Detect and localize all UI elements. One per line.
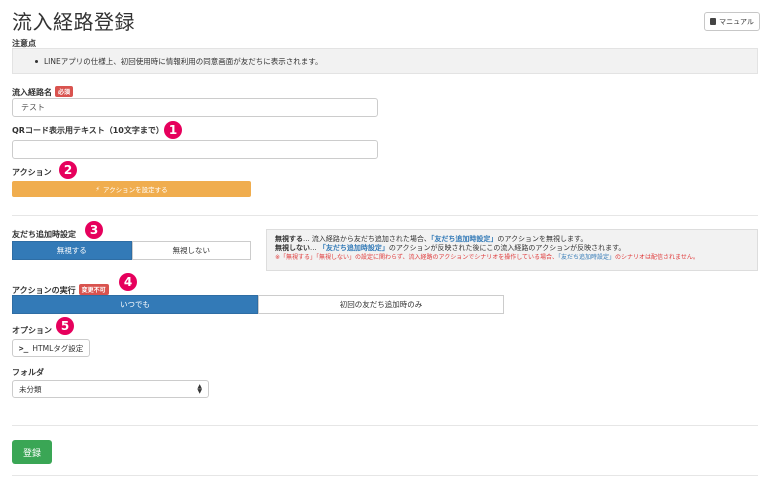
form-divider [12, 425, 758, 426]
notice-box: LINEアプリの仕様上、初回使用時に情報利用の同意画面が友だちに表示されます。 [12, 48, 758, 74]
required-badge: 必須 [55, 86, 74, 97]
folder-select[interactable]: 未分類 ▲ ▼ [12, 380, 209, 398]
info-line-2: 無視しない... 「友だち追加時設定」のアクションが反映された後にこの流入経路の… [275, 244, 749, 253]
manual-button[interactable]: マニュアル [704, 12, 760, 31]
info-line-1-text-a: ... 流入経路から友だち追加された場合、 [303, 235, 431, 243]
register-button[interactable]: 登録 [12, 440, 52, 464]
terminal-icon: >_ [18, 343, 29, 353]
option-first-time-only[interactable]: 初回の友だち追加時のみ [258, 295, 504, 314]
execution-toggle: いつでも 初回の友だち追加時のみ [12, 295, 504, 314]
info-warning-text-a: ※「無視する」「無視しない」の設定に関わらず、流入経路のアクションでシナリオを操… [275, 254, 559, 261]
info-line-2-link: 「友だち追加時設定」 [318, 244, 389, 252]
execution-label-text: アクションの実行 [12, 286, 76, 295]
info-line-1: 無視する... 流入経路から友だち追加された場合、「友だち追加時設定」のアクショ… [275, 235, 749, 244]
info-line-2-text-a: ... [310, 244, 319, 252]
friend-setting-label: 友だち追加時設定 [12, 230, 76, 239]
friend-setting-toggle: 無視する 無視しない [12, 241, 251, 260]
page-title: 流入経路登録 [12, 10, 135, 34]
folder-selected-value: 未分類 [19, 384, 42, 394]
qr-text-label: QRコード表示用テキスト（10文字まで） [12, 126, 164, 135]
book-icon [710, 18, 717, 25]
select-arrows-icon: ▲ ▼ [197, 383, 202, 395]
info-warning-text-b: のシナリオは配信されません。 [615, 254, 699, 261]
route-name-value: テスト [21, 103, 45, 112]
info-line-1-link: 「友だち追加時設定」 [430, 235, 498, 243]
bottom-divider [12, 475, 758, 476]
route-name-label: 流入経路名 必須 [12, 86, 74, 98]
annotation-3-icon: 3 [85, 221, 103, 239]
action-label: アクション [12, 168, 52, 177]
bullet-icon [35, 59, 38, 63]
friend-setting-info-box: 無視する... 流入経路から友だち追加された場合、「友だち追加時設定」のアクショ… [266, 229, 758, 271]
info-warning-link: 「友だち追加時設定」 [558, 254, 616, 261]
info-warning: ※「無視する」「無視しない」の設定に関わらず、流入経路のアクションでシナリオを操… [275, 253, 749, 262]
option-ignore[interactable]: 無視する [12, 241, 132, 260]
info-term-not-ignore: 無視しない [275, 244, 310, 252]
qr-text-input[interactable] [12, 140, 378, 159]
info-line-2-text-b: のアクションが反映された後にこの流入経路のアクションが反映されます。 [388, 244, 626, 252]
annotation-4-icon: 4 [119, 273, 137, 291]
notice-text: LINEアプリの仕様上、初回使用時に情報利用の同意画面が友だちに表示されます。 [44, 56, 323, 66]
set-action-button[interactable]: ⚡ アクションを設定する [12, 181, 251, 197]
bolt-icon: ⚡ [95, 185, 100, 193]
option-not-ignore[interactable]: 無視しない [131, 241, 251, 260]
section-divider [12, 215, 758, 216]
route-name-input[interactable]: テスト [12, 98, 378, 117]
set-action-button-label: アクションを設定する [102, 186, 168, 194]
option-anytime[interactable]: いつでも [12, 295, 258, 314]
folder-label: フォルダ [12, 368, 44, 377]
html-tag-settings-button[interactable]: >_ HTMLタグ設定 [12, 339, 90, 357]
html-tag-settings-label: HTMLタグ設定 [32, 343, 84, 353]
annotation-2-icon: 2 [59, 161, 77, 179]
manual-button-label: マニュアル [719, 17, 754, 26]
route-name-label-text: 流入経路名 [12, 88, 52, 97]
info-term-ignore: 無視する [275, 235, 303, 243]
annotation-1-icon: 1 [164, 121, 182, 139]
unchangeable-badge: 変更不可 [78, 284, 109, 295]
options-label: オプション [12, 326, 52, 335]
info-line-1-text-b: のアクションを無視します。 [497, 235, 588, 243]
annotation-5-icon: 5 [56, 317, 74, 335]
